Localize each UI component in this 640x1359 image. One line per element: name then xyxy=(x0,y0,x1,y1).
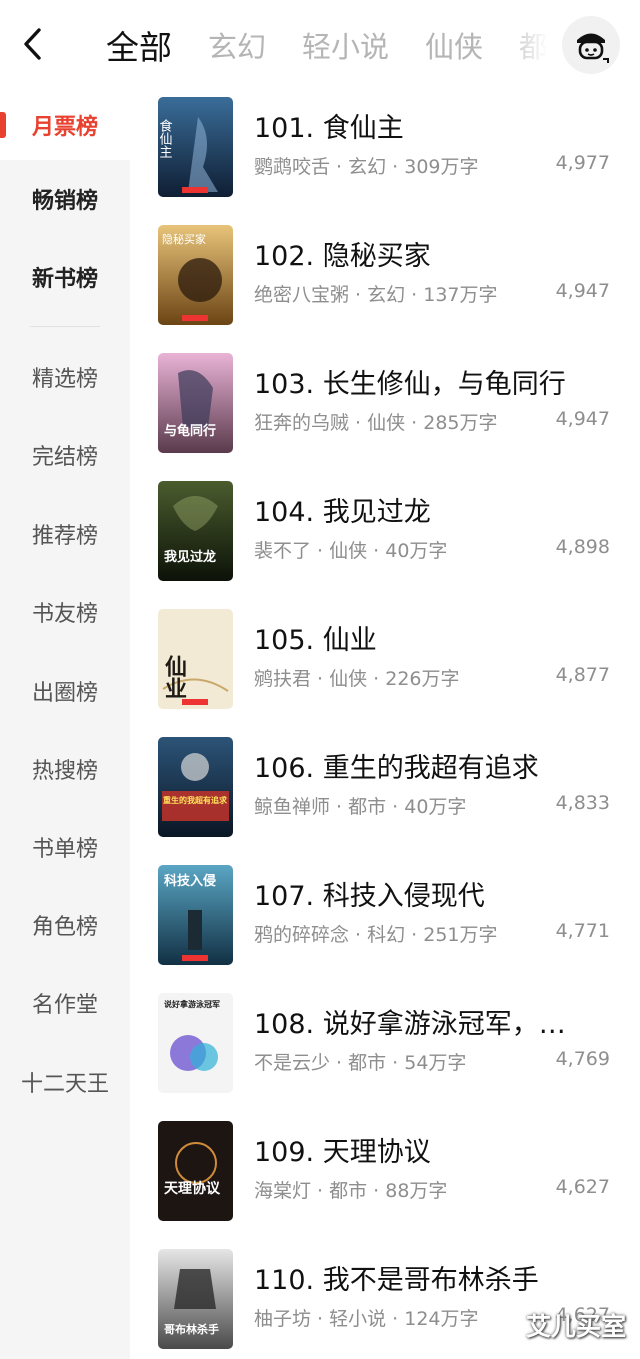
list-item[interactable]: 食仙主 101. 食仙主 鹦鹉咬舌 · 玄幻 · 309万字 4,977 xyxy=(130,90,640,218)
sidebar-item-reader-friends[interactable]: 书友榜 xyxy=(0,577,130,647)
back-button[interactable] xyxy=(14,22,50,66)
book-meta: 海棠灯 · 都市 · 88万字 xyxy=(254,1180,448,1202)
list-item[interactable]: 重生的我超有追求 106. 重生的我超有追求 鲸鱼禅师 · 都市 · 40万字 … xyxy=(130,730,640,858)
book-title: 107. 科技入侵现代 xyxy=(254,881,485,912)
book-meta: 柚子坊 · 轻小说 · 124万字 xyxy=(254,1308,479,1330)
ticket-count: 4,771 xyxy=(555,920,610,942)
top-bar: 全部 玄幻 轻小说 仙侠 都市 xyxy=(0,0,640,90)
sidebar-item-hall-of-fame[interactable]: 名作堂 xyxy=(0,968,130,1038)
book-title: 106. 重生的我超有追求 xyxy=(254,753,539,784)
cover-title: 科技入侵 xyxy=(164,873,216,889)
ticket-count: 4,898 xyxy=(555,536,610,558)
ticket-count: 4,877 xyxy=(555,664,610,686)
book-cover[interactable]: 隐秘买家 xyxy=(158,225,233,325)
book-meta: 鸦的碎碎念 · 科幻 · 251万字 xyxy=(254,924,498,946)
sidebar-divider xyxy=(30,326,100,327)
cover-title: 说好拿游泳冠军 xyxy=(164,999,220,1009)
cover-art: 说好拿游泳冠军 xyxy=(158,993,233,1093)
book-title: 109. 天理协议 xyxy=(254,1137,431,1168)
book-ranking-list: 食仙主 101. 食仙主 鹦鹉咬舌 · 玄幻 · 309万字 4,977 隐秘买… xyxy=(130,90,640,1359)
list-item[interactable]: 说好拿游泳冠军 108. 说好拿游泳冠军，… 不是云少 · 都市 · 54万字 … xyxy=(130,986,640,1114)
book-cover[interactable]: 哥布林杀手 xyxy=(158,1249,233,1349)
sidebar-item-recommended[interactable]: 推荐榜 xyxy=(0,499,130,569)
cover-title: 重生的我超有追求 xyxy=(163,795,228,805)
ticket-count: 4,627 xyxy=(555,1176,610,1198)
cover-art: 仙业 xyxy=(158,609,233,709)
tab-urban[interactable]: 都市 xyxy=(519,24,556,66)
sidebar-item-new-books[interactable]: 新书榜 xyxy=(0,242,130,312)
cover-title: 隐秘买家 xyxy=(162,232,206,246)
cover-art: 重生的我超有追求 xyxy=(158,737,233,837)
list-item[interactable]: 仙业 105. 仙业 鹓扶君 · 仙侠 · 226万字 4,877 xyxy=(130,602,640,730)
cover-art: 隐秘买家 xyxy=(158,225,233,325)
book-cover[interactable]: 与龟同行 xyxy=(158,353,233,453)
list-item[interactable]: 与龟同行 103. 长生修仙，与龟同行 狂奔的乌贼 · 仙侠 · 285万字 4… xyxy=(130,346,640,474)
cover-title: 与龟同行 xyxy=(164,423,216,439)
tab-label: 全部 xyxy=(106,28,172,67)
book-cover[interactable]: 科技入侵 xyxy=(158,865,233,965)
category-tabs: 全部 玄幻 轻小说 仙侠 都市 xyxy=(96,0,556,90)
cover-art: 我见过龙 xyxy=(158,481,233,581)
active-indicator xyxy=(0,112,6,138)
book-cover[interactable]: 天理协议 xyxy=(158,1121,233,1221)
ticket-count: 4,947 xyxy=(555,408,610,430)
ranking-sidebar: 月票榜 畅销榜 新书榜 精选榜 完结榜 推荐榜 书友榜 出圈榜 热搜榜 书单榜 … xyxy=(0,90,130,1359)
cover-art: 科技入侵 xyxy=(158,865,233,965)
sidebar-item-hot-search[interactable]: 热搜榜 xyxy=(0,734,130,804)
book-title: 103. 长生修仙，与龟同行 xyxy=(254,369,566,400)
chevron-left-icon xyxy=(24,28,41,60)
book-title: 110. 我不是哥布林杀手 xyxy=(254,1265,539,1296)
list-item[interactable]: 天理协议 109. 天理协议 海棠灯 · 都市 · 88万字 4,627 xyxy=(130,1114,640,1242)
cover-title: 哥布林杀手 xyxy=(164,1322,219,1336)
book-meta: 不是云少 · 都市 · 54万字 xyxy=(254,1052,467,1074)
book-title: 104. 我见过龙 xyxy=(254,497,431,528)
cover-title: 天理协议 xyxy=(164,1180,221,1197)
cover-art: 食仙主 xyxy=(158,97,233,197)
user-avatar-icon xyxy=(577,33,609,63)
book-cover[interactable]: 说好拿游泳冠军 xyxy=(158,993,233,1093)
tab-xianxia[interactable]: 仙侠 xyxy=(425,24,483,66)
book-meta: 鹓扶君 · 仙侠 · 226万字 xyxy=(254,668,460,690)
sidebar-item-completed[interactable]: 完结榜 xyxy=(0,420,130,490)
sidebar-item-booklist[interactable]: 书单榜 xyxy=(0,812,130,882)
list-item[interactable]: 科技入侵 107. 科技入侵现代 鸦的碎碎念 · 科幻 · 251万字 4,77… xyxy=(130,858,640,986)
cover-art: 哥布林杀手 xyxy=(158,1249,233,1349)
book-meta: 鲸鱼禅师 · 都市 · 40万字 xyxy=(254,796,467,818)
book-meta: 鹦鹉咬舌 · 玄幻 · 309万字 xyxy=(254,156,479,178)
book-title: 108. 说好拿游泳冠军，… xyxy=(254,1009,566,1040)
tab-xuanhuan[interactable]: 玄幻 xyxy=(208,24,266,66)
list-item[interactable]: 隐秘买家 102. 隐秘买家 绝密八宝粥 · 玄幻 · 137万字 4,947 xyxy=(130,218,640,346)
sidebar-item-twelve-kings[interactable]: 十二天王 xyxy=(0,1047,130,1117)
sidebar-item-breakout[interactable]: 出圈榜 xyxy=(0,656,130,726)
ticket-count: 4,833 xyxy=(555,792,610,814)
tab-light-novel[interactable]: 轻小说 xyxy=(302,24,389,66)
sidebar-item-monthly-ticket[interactable]: 月票榜 xyxy=(0,90,130,160)
sidebar-item-label: 月票榜 xyxy=(31,115,98,140)
cover-title: 我见过龙 xyxy=(164,549,216,565)
sidebar-item-characters[interactable]: 角色榜 xyxy=(0,890,130,960)
tab-all[interactable]: 全部 xyxy=(106,21,172,69)
book-meta: 裴不了 · 仙侠 · 40万字 xyxy=(254,540,448,562)
book-cover[interactable]: 仙业 xyxy=(158,609,233,709)
ticket-count: 4,977 xyxy=(555,152,610,174)
ticket-count: 4,769 xyxy=(555,1048,610,1070)
book-title: 101. 食仙主 xyxy=(254,113,404,144)
book-meta: 狂奔的乌贼 · 仙侠 · 285万字 xyxy=(254,412,498,434)
cover-title: 仙业 xyxy=(161,654,187,699)
book-cover[interactable]: 重生的我超有追求 xyxy=(158,737,233,837)
ticket-count: 4,947 xyxy=(555,280,610,302)
book-cover[interactable]: 我见过龙 xyxy=(158,481,233,581)
book-title: 105. 仙业 xyxy=(254,625,377,656)
cover-title: 食仙主 xyxy=(158,118,172,158)
watermark: 艾儿买室 xyxy=(525,1312,626,1341)
cover-art: 与龟同行 xyxy=(158,353,233,453)
book-cover[interactable]: 食仙主 xyxy=(158,97,233,197)
list-item[interactable]: 我见过龙 104. 我见过龙 裴不了 · 仙侠 · 40万字 4,898 xyxy=(130,474,640,602)
avatar[interactable] xyxy=(562,16,620,74)
sidebar-item-selected[interactable]: 精选榜 xyxy=(0,342,130,412)
book-title: 102. 隐秘买家 xyxy=(254,241,431,272)
sidebar-item-bestseller[interactable]: 畅销榜 xyxy=(0,164,130,234)
book-meta: 绝密八宝粥 · 玄幻 · 137万字 xyxy=(254,284,498,306)
cover-art: 天理协议 xyxy=(158,1121,233,1221)
